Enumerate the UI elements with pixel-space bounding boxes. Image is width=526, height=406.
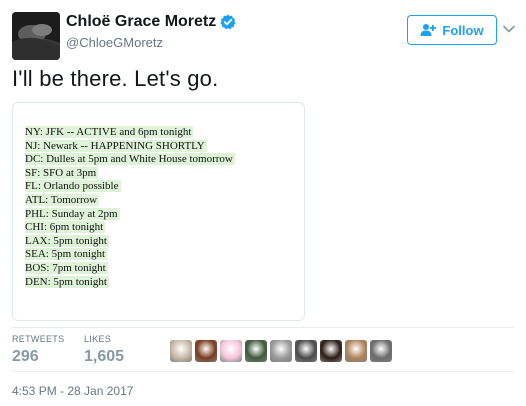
media-text-line-content: BOS: 7pm tonight	[25, 261, 108, 274]
follow-button-label: Follow	[442, 22, 484, 38]
media-text-line-content: CHI: 6pm tonight	[25, 221, 106, 234]
media-text-line: FL: Orlando possible	[25, 180, 235, 194]
likes-count: 1,605	[84, 348, 125, 365]
media-text-line-content: LAX: 5pm tonight	[25, 234, 109, 247]
media-text-line-content: FL: Orlando possible	[25, 180, 121, 193]
liker-avatar-2[interactable]	[195, 340, 217, 362]
liker-avatar-3[interactable]	[220, 340, 242, 362]
media-text-line-content: NJ: Newark -- HAPPENING SHORTLY	[25, 139, 207, 152]
likes-stat[interactable]: LIKES 1,605	[84, 334, 124, 366]
author-avatar[interactable]	[12, 12, 60, 60]
verified-badge-icon	[220, 14, 236, 30]
liker-avatar-6[interactable]	[295, 340, 317, 362]
author-name-text: Chloë Grace Moretz	[66, 13, 217, 30]
media-text-line-content: NY: JFK -- ACTIVE and 6pm tonight	[25, 126, 194, 138]
media-text-line: BOS: 7pm tonight	[25, 261, 235, 276]
divider	[12, 371, 514, 372]
media-text-block: NY: JFK -- ACTIVE and 6pm tonight NJ: New…	[25, 126, 235, 289]
media-text-line: NY: JFK -- ACTIVE and 6pm tonight	[25, 126, 235, 140]
media-text-line: DC: Dulles at 5pm and White House tomorr…	[25, 153, 235, 167]
author-name[interactable]: Chloë Grace Moretz	[66, 13, 236, 31]
tweet-timestamp[interactable]: 4:53 PM - 28 Jan 2017	[12, 384, 133, 398]
media-text-line: NJ: Newark -- HAPPENING SHORTLY	[25, 139, 235, 154]
liker-avatar-9[interactable]	[370, 340, 392, 362]
author-info: Chloë Grace Moretz @ChloeGMoretz	[66, 13, 236, 50]
liker-avatar-8[interactable]	[345, 340, 367, 362]
retweets-label: RETWEETS	[12, 334, 65, 344]
liker-avatar-1[interactable]	[170, 340, 192, 362]
media-text-line: SF: SFO at 3pm	[25, 166, 235, 181]
media-text-line: CHI: 6pm tonight	[25, 221, 235, 235]
media-text-line-content: SEA: 5pm tonight	[25, 248, 108, 261]
divider	[12, 327, 514, 328]
media-text-line-content: PHL: Sunday at 2pm	[25, 207, 120, 220]
follow-button[interactable]: Follow	[407, 15, 497, 45]
media-text-line: DEN: 5pm tonight	[25, 275, 235, 290]
media-text-line: ATL: Tomorrow	[25, 193, 235, 208]
author-handle[interactable]: @ChloeGMoretz	[66, 35, 236, 50]
likes-label: LIKES	[84, 334, 112, 344]
tweet-media-image[interactable]: NY: JFK -- ACTIVE and 6pm tonight NJ: New…	[12, 102, 305, 321]
tweet-text: I'll be there. Let's go.	[12, 66, 219, 91]
profile-photo	[12, 12, 60, 60]
liker-avatar-7[interactable]	[320, 340, 342, 362]
media-text-line: SEA: 5pm tonight	[25, 248, 235, 262]
retweets-stat[interactable]: RETWEETS 296	[12, 334, 64, 366]
media-text-line: LAX: 5pm tonight	[25, 234, 235, 249]
media-text-line-content: DEN: 5pm tonight	[25, 275, 109, 288]
add-user-icon	[420, 24, 437, 36]
media-text-line-content: SF: SFO at 3pm	[25, 166, 99, 179]
media-text-line: PHL: Sunday at 2pm	[25, 207, 235, 222]
media-text-line-content: ATL: Tomorrow	[25, 193, 100, 206]
retweets-count: 296	[12, 348, 39, 365]
liker-avatars	[170, 340, 392, 362]
liker-avatar-4[interactable]	[245, 340, 267, 362]
chevron-down-icon[interactable]	[502, 22, 516, 36]
liker-avatar-5[interactable]	[270, 340, 292, 362]
media-text-line-content: DC: Dulles at 5pm and White House tomorr…	[25, 153, 235, 166]
